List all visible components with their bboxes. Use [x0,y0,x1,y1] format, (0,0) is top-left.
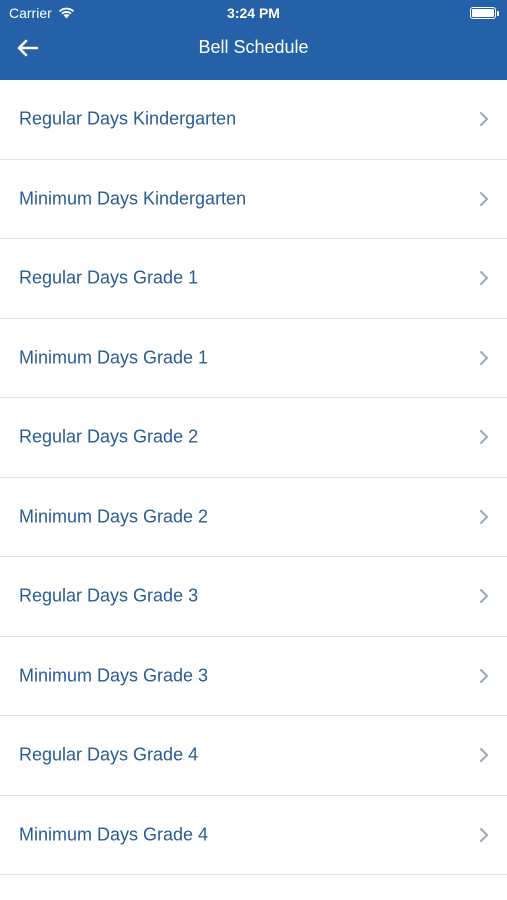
list-item-label: Minimum Days Grade 2 [19,506,209,527]
navigation-bar: Bell Schedule [0,28,507,68]
chevron-right-icon [480,589,488,604]
list-item-label: Regular Days Grade 3 [19,585,199,606]
list-item[interactable]: Minimum Days Grade 3 [0,637,507,716]
chevron-right-icon [480,827,488,842]
list-item[interactable]: Regular Days Grade 1 [0,239,507,319]
status-time: 3:24 PM [227,5,280,21]
list-item[interactable]: Minimum Days Kindergarten [0,160,507,239]
list-item-label: Regular Days Grade 4 [19,744,199,765]
list-item[interactable]: Minimum Days Grade 2 [0,478,507,557]
schedule-list: Regular Days Kindergarten Minimum Days Ki… [0,80,507,875]
list-item[interactable]: Regular Days Grade 3 [0,557,507,637]
chevron-right-icon [480,112,488,127]
list-item-label: Regular Days Grade 1 [19,267,199,288]
page-title: Bell Schedule [198,37,309,57]
list-item-label: Minimum Days Kindergarten [19,188,247,209]
status-bar: Carrier 3:24 PM [0,0,507,28]
list-item-label: Minimum Days Grade 1 [19,347,209,368]
chevron-right-icon [480,191,488,206]
chevron-right-icon [480,509,488,524]
list-item[interactable]: Minimum Days Grade 4 [0,796,507,875]
list-item[interactable]: Regular Days Grade 2 [0,398,507,478]
chevron-right-icon [480,350,488,365]
list-item-label: Regular Days Kindergarten [19,108,237,129]
list-item[interactable]: Minimum Days Grade 1 [0,319,507,398]
app-header: Carrier 3:24 PM Bell Schedule [0,0,507,80]
chevron-right-icon [480,748,488,763]
chevron-right-icon [480,668,488,683]
chevron-right-icon [480,430,488,445]
list-item-label: Minimum Days Grade 3 [19,665,209,686]
list-item[interactable]: Regular Days Grade 4 [0,716,507,796]
list-item-label: Minimum Days Grade 4 [19,824,209,845]
list-item[interactable]: Regular Days Kindergarten [0,80,507,160]
list-item-label: Regular Days Grade 2 [19,426,199,447]
battery-icon [470,7,499,19]
chevron-right-icon [480,271,488,286]
